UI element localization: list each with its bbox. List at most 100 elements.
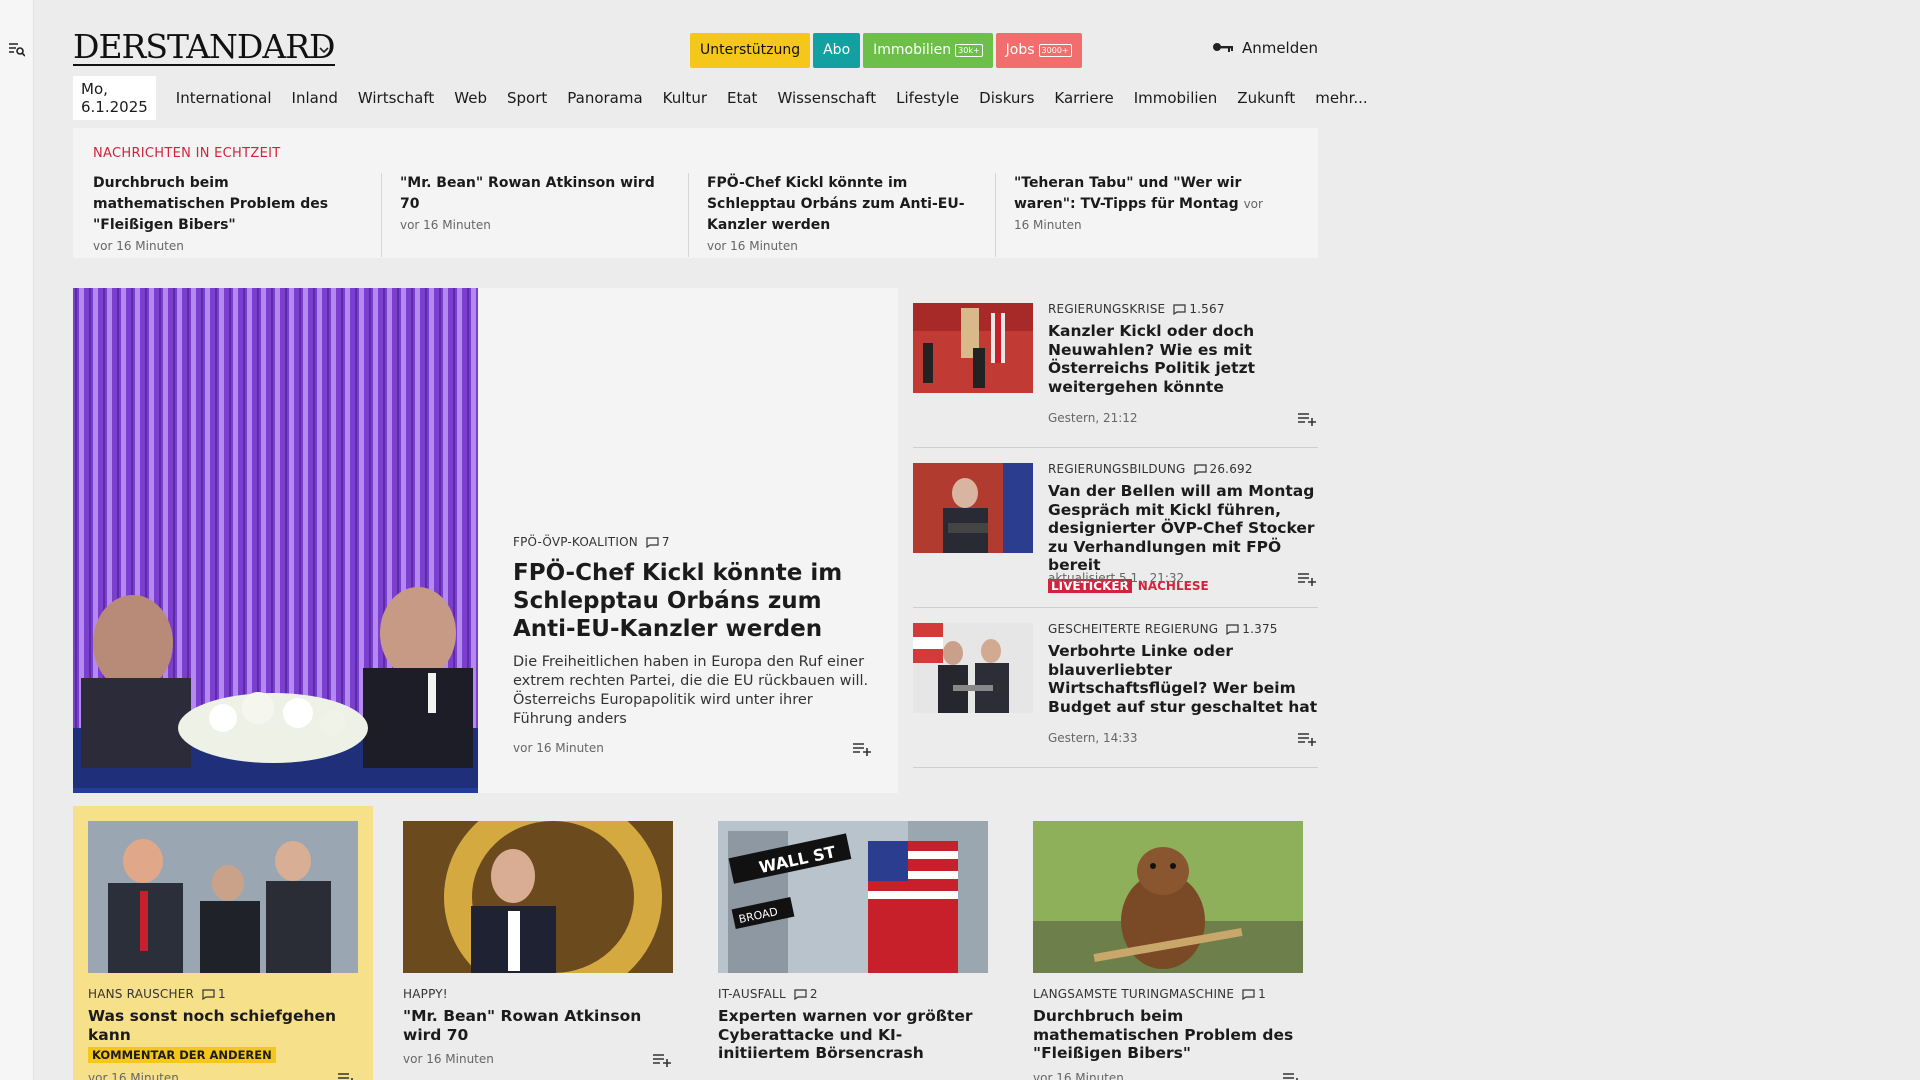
side-article-list: REGIERUNGSKRISE 1.567 Kanzler Kickl oder …	[913, 288, 1318, 768]
add-to-list-icon[interactable]	[653, 1052, 673, 1067]
nav-diskurs[interactable]: Diskurs	[979, 89, 1034, 107]
side-rail	[0, 0, 34, 1080]
login-label: Anmelden	[1241, 39, 1318, 57]
list-item[interactable]: GESCHEITERTE REGIERUNG 1.375 Verbohrte Li…	[913, 608, 1318, 768]
article-card[interactable]: HAPPY! "Mr. Bean" Rowan Atkinson wird 70…	[388, 806, 688, 1080]
comment-icon	[202, 988, 215, 1000]
ticker-item[interactable]: Durchbruch beim mathematischen Problem d…	[93, 173, 382, 257]
jobs-badge: 3000+	[1038, 44, 1072, 57]
ticker-item[interactable]: "Mr. Bean" Rowan Atkinson wird 70 vor 16…	[400, 173, 689, 257]
nav-sport[interactable]: Sport	[507, 89, 547, 107]
header: DERSTANDARD Unterstützung Abo Immobilien…	[73, 0, 1318, 78]
nav-etat[interactable]: Etat	[727, 89, 757, 107]
lead-teaser: Die Freiheitlichen haben in Europa den R…	[513, 654, 869, 727]
card-title[interactable]: Was sonst noch schiefgehen kann	[88, 1007, 358, 1044]
article-time: Gestern, 21:12	[1048, 411, 1138, 425]
card-image	[403, 821, 673, 973]
article-time: Gestern, 14:33	[1048, 731, 1138, 745]
article-kicker: REGIERUNGSKRISE	[1048, 302, 1166, 316]
article-title[interactable]: Verbohrte Linke oder blauverliebter Wirt…	[1048, 642, 1318, 716]
card-time: vor 16 Minuten	[1033, 1070, 1124, 1080]
card-title[interactable]: Experten warnen vor größter Cyberattacke…	[718, 1007, 988, 1063]
main-nav: Mo, 6.1.2025 International Inland Wirtsc…	[73, 76, 1368, 120]
add-to-list-icon[interactable]	[338, 1071, 358, 1080]
live-news-ticker: NACHRICHTEN IN ECHTZEIT Durchbruch beim …	[73, 128, 1318, 258]
card-comments[interactable]: 2	[794, 987, 818, 1001]
key-icon	[1212, 39, 1234, 57]
add-to-list-icon[interactable]	[1298, 731, 1318, 746]
immobilien-button[interactable]: Immobilien 30k+	[863, 33, 993, 68]
abo-button[interactable]: Abo	[813, 33, 861, 68]
article-time: aktualisiert 5.1., 21:32	[1048, 571, 1185, 585]
comment-icon	[1173, 303, 1186, 315]
chevron-down-icon[interactable]	[319, 42, 329, 56]
card-comments[interactable]: 1	[202, 987, 226, 1001]
login-button[interactable]: Anmelden	[1212, 39, 1318, 57]
jobs-button[interactable]: Jobs 3000+	[995, 33, 1082, 68]
ticker-item[interactable]: "Teheran Tabu" und "Wer wir waren": TV-T…	[1014, 173, 1298, 257]
card-title[interactable]: Durchbruch beim mathematischen Problem d…	[1033, 1007, 1303, 1063]
article-title[interactable]: Van der Bellen will am Montag Gespräch m…	[1048, 482, 1318, 575]
menu-search-icon[interactable]	[9, 42, 26, 61]
article-card[interactable]: HANS RAUSCHER 1 Was sonst noch schiefgehe…	[73, 806, 373, 1080]
article-kicker: REGIERUNGSBILDUNG	[1048, 462, 1186, 476]
nav-immobilien[interactable]: Immobilien	[1134, 89, 1218, 107]
nav-lifestyle[interactable]: Lifestyle	[896, 89, 959, 107]
nav-more[interactable]: mehr...	[1315, 89, 1367, 107]
card-comments[interactable]: 1	[1242, 987, 1266, 1001]
article-comments[interactable]: 26.692	[1193, 462, 1253, 476]
lead-image	[73, 288, 478, 793]
card-time: vor 16 Minuten	[403, 1052, 494, 1066]
nav-inland[interactable]: Inland	[292, 89, 338, 107]
article-card-row: HANS RAUSCHER 1 Was sonst noch schiefgehe…	[73, 806, 1318, 1080]
support-button[interactable]: Unterstützung	[690, 33, 811, 68]
nav-zukunft[interactable]: Zukunft	[1237, 89, 1295, 107]
lead-comments[interactable]: 7	[646, 535, 670, 549]
nav-karriere[interactable]: Karriere	[1054, 89, 1113, 107]
nav-panorama[interactable]: Panorama	[567, 89, 642, 107]
card-title[interactable]: "Mr. Bean" Rowan Atkinson wird 70	[403, 1007, 673, 1044]
lead-title[interactable]: FPÖ-Chef Kickl könnte im Schlepptau Orbá…	[513, 559, 873, 643]
lead-article[interactable]: FPÖ-ÖVP-KOALITION 7 FPÖ-Chef Kickl könnt…	[73, 288, 898, 793]
card-image	[1033, 821, 1303, 973]
article-title[interactable]: Kanzler Kickl oder doch Neuwahlen? Wie e…	[1048, 322, 1318, 396]
ticker-item[interactable]: FPÖ-Chef Kickl könnte im Schlepptau Orbá…	[707, 173, 996, 257]
nav-international[interactable]: International	[176, 89, 272, 107]
lead-time: vor 16 Minuten	[513, 741, 604, 755]
page: DERSTANDARD Unterstützung Abo Immobilien…	[73, 0, 1368, 1080]
comment-icon	[1193, 463, 1207, 475]
add-to-list-icon[interactable]	[1298, 411, 1318, 426]
add-to-list-icon[interactable]	[853, 741, 873, 756]
article-thumbnail	[913, 623, 1033, 713]
article-kicker: GESCHEITERTE REGIERUNG	[1048, 622, 1219, 636]
nav-kultur[interactable]: Kultur	[663, 89, 707, 107]
card-time: vor 16 Minuten	[88, 1071, 179, 1080]
comment-tag[interactable]: KOMMENTAR DER ANDEREN	[88, 1047, 276, 1063]
card-kicker: LANGSAMSTE TURINGMASCHINE	[1033, 987, 1235, 1001]
comment-icon	[1226, 623, 1239, 635]
service-pills: Unterstützung Abo Immobilien 30k+ Jobs 300…	[690, 33, 1082, 68]
article-thumbnail	[913, 303, 1033, 393]
comment-icon	[646, 536, 659, 548]
add-to-list-icon[interactable]	[1298, 571, 1318, 586]
add-to-list-icon[interactable]	[1283, 1071, 1303, 1080]
nav-wissenschaft[interactable]: Wissenschaft	[777, 89, 876, 107]
list-item[interactable]: REGIERUNGSBILDUNG 26.692 Van der Bellen w…	[913, 448, 1318, 608]
current-date: Mo, 6.1.2025	[73, 76, 156, 120]
card-kicker: HANS RAUSCHER	[88, 987, 195, 1001]
card-image: WALL ST BROAD	[718, 821, 988, 973]
ticker-heading: NACHRICHTEN IN ECHTZEIT	[93, 146, 281, 161]
lead-kicker: FPÖ-ÖVP-KOALITION	[513, 535, 638, 549]
site-logo[interactable]: DERSTANDARD	[73, 30, 336, 66]
comment-icon	[794, 988, 807, 1000]
article-card[interactable]: LANGSAMSTE TURINGMASCHINE 1 Durchbruch be…	[1018, 806, 1318, 1080]
article-comments[interactable]: 1.375	[1226, 622, 1277, 636]
nav-web[interactable]: Web	[454, 89, 487, 107]
list-item[interactable]: REGIERUNGSKRISE 1.567 Kanzler Kickl oder …	[913, 288, 1318, 448]
nav-wirtschaft[interactable]: Wirtschaft	[358, 89, 434, 107]
card-image	[88, 821, 358, 973]
article-card[interactable]: WALL ST BROAD IT-AUSFALL 2 Experten warnen…	[703, 806, 1003, 1080]
article-thumbnail	[913, 463, 1033, 553]
immobilien-badge: 30k+	[955, 44, 983, 57]
article-comments[interactable]: 1.567	[1173, 302, 1224, 316]
